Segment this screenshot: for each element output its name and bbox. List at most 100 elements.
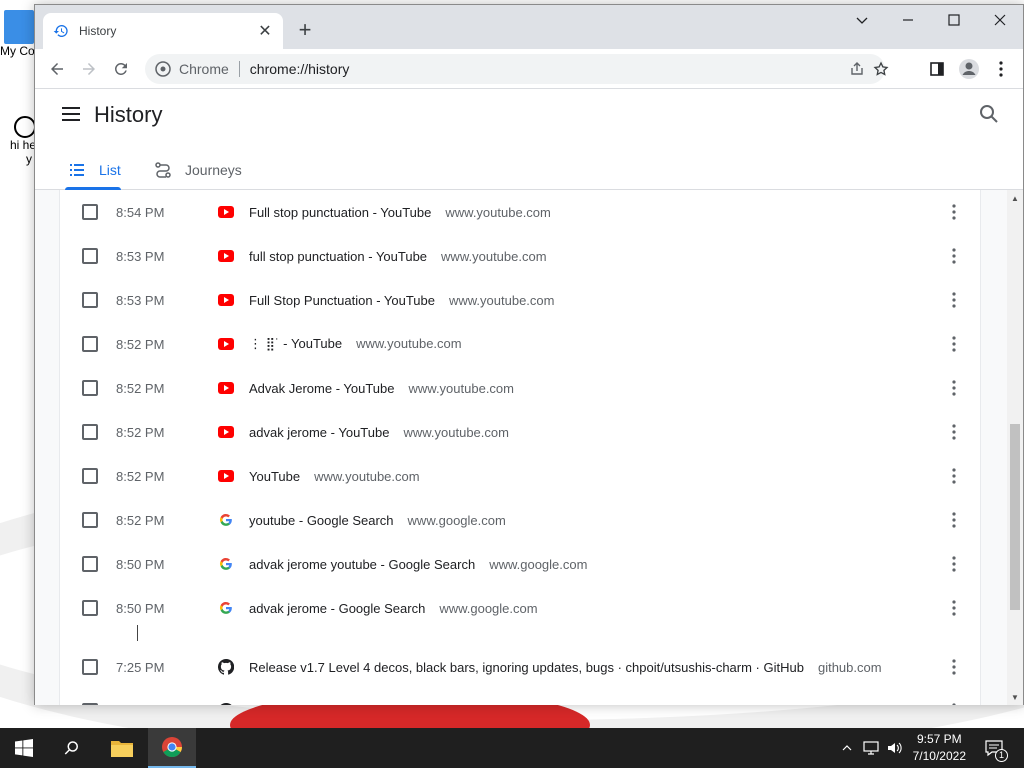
history-entry-link[interactable]: ⋮ ⣿˙ - YouTube www.youtube.com (249, 336, 462, 352)
history-row[interactable]: 8:54 PM Full stop punctuation - YouTube ww… (60, 190, 982, 234)
system-clock[interactable]: 9:57 PM 7/10/2022 (913, 731, 966, 765)
row-checkbox[interactable] (82, 468, 98, 484)
search-icon[interactable] (977, 102, 1001, 126)
row-more-actions-icon[interactable] (944, 701, 964, 705)
row-more-actions-icon[interactable] (944, 422, 964, 442)
tab-journeys[interactable]: Journeys (154, 150, 242, 190)
row-checkbox[interactable] (82, 659, 98, 675)
history-row[interactable]: 8:50 PM advak jerome youtube - Google Sea… (60, 542, 982, 586)
row-checkbox[interactable] (82, 556, 98, 572)
history-entry-link[interactable]: GitHub - chpoit/utsushis-charm: Easily i… (249, 704, 900, 706)
row-more-actions-icon[interactable] (944, 554, 964, 574)
entry-title[interactable]: Release v1.7 Level 4 decos, black bars, … (249, 660, 804, 675)
minimize-button[interactable] (885, 5, 931, 35)
entry-title[interactable]: Advak Jerome - YouTube (249, 381, 395, 396)
row-checkbox[interactable] (82, 336, 98, 352)
history-row[interactable]: 8:52 PM advak jerome - YouTube www.youtube… (60, 410, 982, 454)
face-icon (14, 116, 36, 138)
row-more-actions-icon[interactable] (944, 466, 964, 486)
history-row[interactable]: 7:25 PM GitHub - chpoit/utsushis-charm: E… (60, 689, 982, 705)
new-tab-button[interactable]: + (293, 19, 317, 43)
tab-list[interactable]: List (68, 150, 121, 190)
row-more-actions-icon[interactable] (944, 657, 964, 677)
history-row[interactable]: 8:52 PM youtube - Google Search www.google… (60, 498, 982, 542)
entry-title[interactable]: Full stop punctuation - YouTube (249, 205, 431, 220)
text-cursor-icon (137, 625, 138, 641)
entry-title[interactable]: advak jerome youtube - Google Search (249, 557, 475, 572)
history-entry-link[interactable]: advak jerome youtube - Google Search www.… (249, 557, 587, 572)
hamburger-menu-icon[interactable] (59, 102, 83, 126)
entry-title[interactable]: full stop punctuation - YouTube (249, 249, 427, 264)
history-entry-link[interactable]: Advak Jerome - YouTube www.youtube.com (249, 381, 514, 396)
entry-title[interactable]: YouTube (249, 469, 300, 484)
close-window-button[interactable] (977, 5, 1023, 35)
history-entry-link[interactable]: Release v1.7 Level 4 decos, black bars, … (249, 660, 882, 675)
history-row[interactable]: 8:50 PM advak jerome - Google Search www.g… (60, 586, 982, 630)
back-button[interactable] (43, 55, 71, 83)
history-row[interactable]: 8:52 PM ⋮ ⣿˙ - YouTube www.youtube.com (60, 322, 982, 366)
start-button[interactable] (0, 728, 48, 768)
history-row[interactable]: 8:52 PM YouTube www.youtube.com (60, 454, 982, 498)
history-row[interactable]: 8:53 PM full stop punctuation - YouTube ww… (60, 234, 982, 278)
close-tab-icon[interactable]: ✕ (257, 21, 273, 41)
entry-title[interactable]: Full Stop Punctuation - YouTube (249, 293, 435, 308)
row-more-actions-icon[interactable] (944, 378, 964, 398)
address-bar[interactable]: Chrome chrome://history (145, 54, 889, 84)
search-icon (64, 741, 78, 755)
file-explorer-button[interactable] (98, 728, 146, 768)
row-more-actions-icon[interactable] (944, 510, 964, 530)
chrome-taskbar-button[interactable] (148, 728, 196, 768)
network-icon[interactable] (860, 728, 882, 768)
history-row[interactable]: 7:25 PM Release v1.7 Level 4 decos, black… (60, 645, 982, 689)
notifications-icon[interactable]: 1 (980, 728, 1008, 768)
scrollbar[interactable]: ▲ ▼ (1007, 190, 1023, 705)
row-more-actions-icon[interactable] (944, 202, 964, 222)
volume-icon[interactable] (884, 728, 906, 768)
row-more-actions-icon[interactable] (944, 334, 964, 354)
history-entry-link[interactable]: YouTube www.youtube.com (249, 469, 420, 484)
history-row[interactable]: 8:53 PM Full Stop Punctuation - YouTube ww… (60, 278, 982, 322)
more-menu-icon[interactable] (987, 55, 1015, 83)
history-entry-link[interactable]: advak jerome - YouTube www.youtube.com (249, 425, 509, 440)
history-entry-link[interactable]: full stop punctuation - YouTube www.youtu… (249, 249, 547, 264)
maximize-button[interactable] (931, 5, 977, 35)
search-button[interactable] (48, 728, 96, 768)
entry-title[interactable]: GitHub - chpoit/utsushis-charm: Easily i… (249, 704, 840, 706)
row-more-actions-icon[interactable] (944, 246, 964, 266)
scrollbar-thumb[interactable] (1010, 424, 1020, 610)
row-checkbox[interactable] (82, 292, 98, 308)
visit-time: 8:53 PM (116, 248, 165, 264)
entry-domain: www.youtube.com (314, 468, 420, 484)
history-entry-link[interactable]: Full Stop Punctuation - YouTube www.youtu… (249, 293, 554, 308)
entry-title[interactable]: ⋮ ⣿˙ - YouTube (249, 336, 342, 351)
row-more-actions-icon[interactable] (944, 290, 964, 310)
row-checkbox[interactable] (82, 380, 98, 396)
row-checkbox[interactable] (82, 248, 98, 264)
reload-button[interactable] (107, 55, 135, 83)
entry-title[interactable]: advak jerome - YouTube (249, 425, 389, 440)
row-checkbox[interactable] (82, 204, 98, 220)
row-checkbox[interactable] (82, 424, 98, 440)
scroll-down-arrow-icon[interactable]: ▼ (1007, 689, 1023, 705)
row-checkbox[interactable] (82, 600, 98, 616)
profile-avatar[interactable] (955, 55, 983, 83)
side-panel-icon[interactable] (923, 55, 951, 83)
row-checkbox[interactable] (82, 703, 98, 705)
history-entry-link[interactable]: advak jerome - Google Search www.google.c… (249, 601, 538, 616)
show-hidden-icons-chevron-icon[interactable] (838, 728, 856, 768)
history-entry-link[interactable]: Full stop punctuation - YouTube www.youtu… (249, 205, 551, 220)
chevron-down-icon[interactable] (839, 5, 885, 35)
entry-title[interactable]: advak jerome - Google Search (249, 601, 425, 616)
page-title: History (94, 102, 163, 127)
windows-icon (15, 739, 33, 757)
browser-tab-history[interactable]: History ✕ (43, 13, 283, 49)
row-more-actions-icon[interactable] (944, 598, 964, 618)
entry-title[interactable]: youtube - Google Search (249, 513, 394, 528)
row-checkbox[interactable] (82, 512, 98, 528)
bookmark-star-icon[interactable] (867, 54, 895, 84)
history-entry-link[interactable]: youtube - Google Search www.google.com (249, 513, 506, 528)
history-row[interactable]: 8:52 PM Advak Jerome - YouTube www.youtube… (60, 366, 982, 410)
scroll-up-arrow-icon[interactable]: ▲ (1007, 190, 1023, 206)
url-text[interactable]: chrome://history (250, 61, 350, 77)
forward-button[interactable] (75, 55, 103, 83)
